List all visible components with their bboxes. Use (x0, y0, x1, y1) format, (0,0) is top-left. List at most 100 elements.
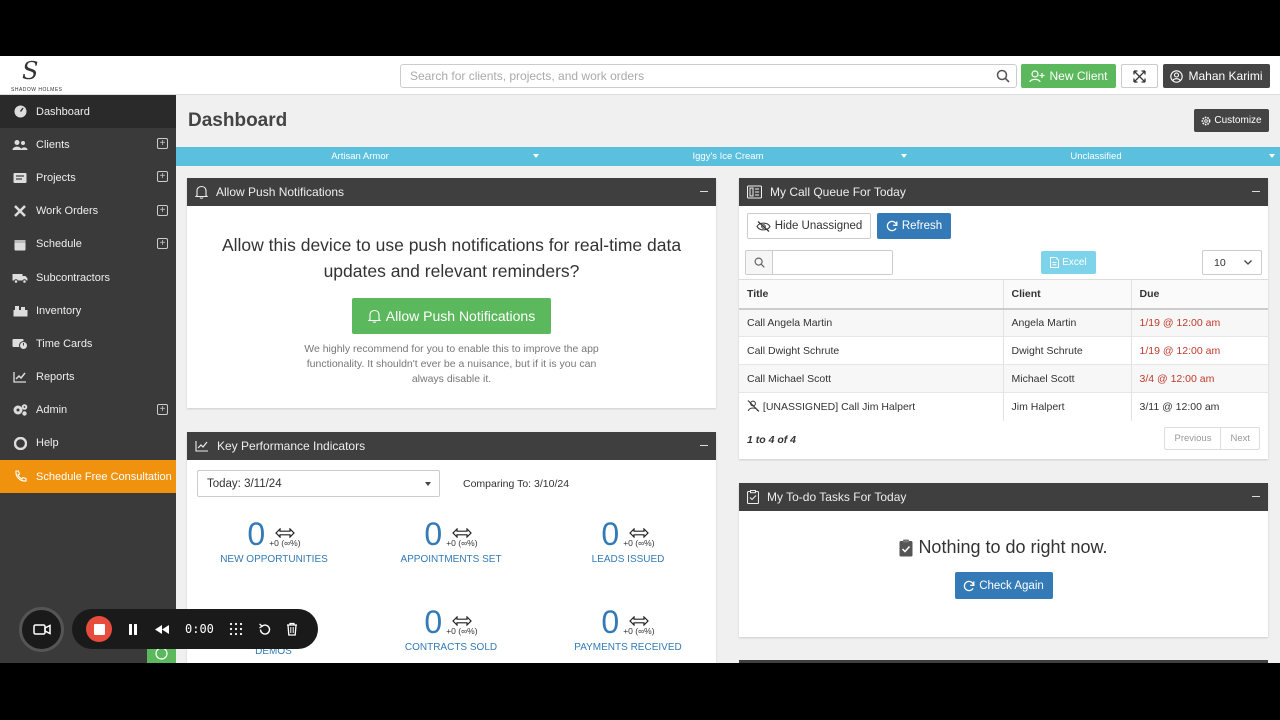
panel-title: Key Performance Indicators (217, 439, 366, 453)
kpi-payments-received[interactable]: 0 +0 (∞%) PAYMENTS RECEIVED (548, 602, 708, 653)
fullscreen-button[interactable] (1121, 64, 1158, 88)
pagination: Previous Next (1164, 427, 1260, 450)
user-menu-button[interactable]: Mahan Karimi (1163, 64, 1270, 88)
kpi-change-value: +0 (∞%) (446, 626, 478, 636)
next-page-button[interactable]: Next (1220, 428, 1259, 449)
stop-record-button[interactable] (86, 616, 112, 642)
period-select[interactable]: Today: 3/11/24 (197, 470, 440, 497)
table-row[interactable]: Call Angela Martin Angela Martin 1/19 @ … (739, 308, 1268, 337)
trash-icon[interactable] (286, 622, 298, 636)
kpi-row: 0 +0 (∞%) (548, 514, 708, 550)
sidebar-item-clients[interactable]: Clients + (0, 128, 176, 161)
company-logo[interactable]: S SHADOW HOLMES (10, 57, 62, 93)
minimize-icon[interactable] (1252, 496, 1260, 497)
cell-title-text: [UNASSIGNED] Call Jim Halpert (762, 401, 916, 414)
hide-unassigned-button[interactable]: Hide Unassigned (747, 213, 871, 239)
filter-dropdown-artisan-armor[interactable]: Artisan Armor (176, 147, 544, 166)
kpi-label: APPOINTMENTS SET (400, 554, 502, 565)
user-name: Mahan Karimi (1188, 69, 1263, 83)
pause-icon[interactable] (127, 623, 139, 636)
refresh-button[interactable]: Refresh (877, 213, 951, 239)
page-size-select[interactable]: 10 (1202, 250, 1262, 275)
customize-button[interactable]: Customize (1194, 109, 1269, 132)
excel-label: Excel (1062, 257, 1087, 268)
panel-header: Key Performance Indicators (187, 432, 716, 460)
column-header-title[interactable]: Title (739, 279, 1003, 310)
cell-client: Jim Halpert (1002, 392, 1131, 421)
sidebar-item-reports[interactable]: Reports (0, 361, 176, 394)
sidebar-item-schedule-consultation[interactable]: Schedule Free Consultation (0, 460, 176, 494)
table-search-input[interactable] (773, 251, 891, 274)
table-row[interactable]: Call Dwight Schrute Dwight Schrute 1/19 … (739, 336, 1268, 365)
kpi-value: 0 (601, 516, 620, 552)
push-body: Allow this device to use push notificati… (187, 232, 716, 387)
kpi-change: +0 (∞%) (623, 616, 655, 638)
minimize-icon[interactable] (1252, 191, 1260, 192)
kpi-appointments-set[interactable]: 0 +0 (∞%) APPOINTMENTS SET (371, 514, 531, 565)
rewind-icon[interactable] (154, 624, 170, 635)
column-header-client[interactable]: Client (1002, 279, 1131, 310)
minimize-icon[interactable] (700, 445, 708, 446)
sidebar-item-projects[interactable]: Projects + (0, 161, 176, 194)
new-client-button[interactable]: New Client (1021, 64, 1116, 88)
expand-plus-icon[interactable]: + (157, 204, 168, 216)
search-icon[interactable] (996, 69, 1010, 88)
allow-push-button[interactable]: Allow Push Notifications (352, 298, 551, 334)
cell-title[interactable]: Call Angela Martin (739, 308, 1003, 337)
search-input[interactable] (410, 65, 980, 87)
sidebar-item-inventory[interactable]: Inventory (0, 294, 176, 327)
sidebar-item-schedule[interactable]: Schedule + (0, 228, 176, 261)
top-bar: S SHADOW HOLMES New Client Mahan Karimi (0, 56, 1280, 95)
page-size-value: 10 (1214, 256, 1226, 269)
kpi-change-value: +0 (∞%) (446, 538, 478, 548)
cell-title[interactable]: Call Dwight Schrute (739, 336, 1003, 365)
panel-title: My To-do Tasks For Today (767, 490, 907, 504)
table-row[interactable]: [UNASSIGNED] Call Jim Halpert Jim Halper… (739, 392, 1268, 421)
expand-plus-icon[interactable]: + (157, 138, 168, 150)
sidebar-item-subcontractors[interactable]: Subcontractors (0, 261, 176, 294)
expand-plus-icon[interactable]: + (157, 403, 168, 415)
sidebar-item-dashboard[interactable]: Dashboard (0, 95, 176, 129)
kpi-contracts-sold[interactable]: 0 +0 (∞%) CONTRACTS SOLD (371, 602, 531, 653)
panel-title: Allow Push Notifications (216, 185, 345, 199)
gears-icon (12, 402, 28, 418)
tools-icon (12, 203, 28, 219)
excel-export-button[interactable]: Excel (1041, 251, 1096, 274)
sidebar-item-work-orders[interactable]: Work Orders + (0, 195, 176, 228)
check-again-button[interactable]: Check Again (954, 572, 1053, 599)
column-header-due[interactable]: Due (1130, 279, 1268, 310)
recording-time: 0:00 (185, 622, 214, 636)
sidebar-item-time-cards[interactable]: Time Cards (0, 327, 176, 360)
filter-dropdown-iggys-ice-cream[interactable]: Iggy's Ice Cream (544, 147, 912, 166)
kpi-change: +0 (∞%) (446, 616, 478, 638)
app-window: S SHADOW HOLMES New Client Mahan Karimi … (0, 56, 1280, 663)
cell-title[interactable]: [UNASSIGNED] Call Jim Halpert (739, 392, 1003, 421)
hide-unassigned-label: Hide Unassigned (774, 220, 863, 232)
main-content: Dashboard Customize Artisan Armor Iggy's… (176, 95, 1280, 663)
filter-label: Artisan Armor (331, 151, 389, 162)
chevron-down-icon (1244, 260, 1252, 265)
sidebar-item-admin[interactable]: Admin + (0, 394, 176, 427)
sidebar-item-label: Clients (36, 138, 70, 151)
expand-plus-icon[interactable]: + (157, 237, 168, 249)
gear-icon (1201, 116, 1211, 125)
expand-plus-icon[interactable]: + (157, 171, 168, 183)
kpi-leads-issued[interactable]: 0 +0 (∞%) LEADS ISSUED (548, 514, 708, 565)
search-icon (746, 251, 773, 274)
grid-dots-icon[interactable] (229, 622, 243, 636)
table-row[interactable]: Call Michael Scott Michael Scott 3/4 @ 1… (739, 364, 1268, 393)
todo-message: Nothing to do right now. (739, 537, 1268, 558)
minimize-icon[interactable] (700, 191, 708, 192)
video-camera-icon (32, 624, 51, 635)
kpi-new-opportunities[interactable]: 0 +0 (∞%) NEW OPPORTUNITIES (194, 514, 354, 565)
recorder-camera-button[interactable] (19, 607, 64, 652)
phone-book-icon (747, 185, 762, 199)
previous-page-button[interactable]: Previous (1165, 428, 1220, 449)
caret-down-icon (425, 482, 431, 486)
sidebar-item-help[interactable]: Help (0, 427, 176, 460)
filter-dropdown-unclassified[interactable]: Unclassified (912, 147, 1280, 166)
cell-title[interactable]: Call Michael Scott (739, 364, 1003, 393)
todo-message-text: Nothing to do right now. (918, 537, 1108, 557)
restart-icon[interactable] (258, 623, 271, 636)
inventory-icon (12, 303, 28, 319)
